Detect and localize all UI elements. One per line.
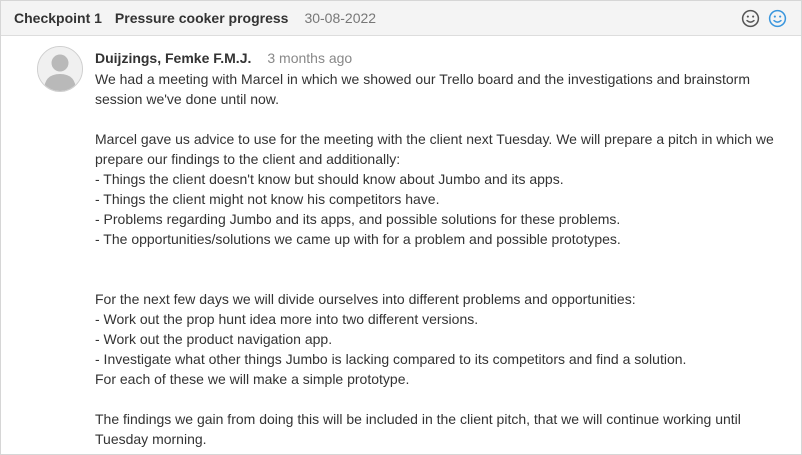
list-item: - Work out the prop hunt idea more into … xyxy=(95,311,479,327)
list-item: - Investigate what other things Jumbo is… xyxy=(95,351,687,367)
paragraph: For the next few days we will divide our… xyxy=(95,291,636,307)
comment-meta: Duijzings, Femke F.M.J. 3 months ago xyxy=(95,50,352,68)
author-name: Duijzings, Femke F.M.J. xyxy=(95,50,252,66)
list-item: - Things the client doesn't know but sho… xyxy=(95,171,564,187)
user-silhouette-icon xyxy=(38,47,82,91)
list-item: - The opportunities/solutions we came up… xyxy=(95,231,621,247)
reaction-icons xyxy=(741,9,787,28)
avatar xyxy=(37,46,83,92)
checkpoint-header: Checkpoint 1 Pressure cooker progress 30… xyxy=(1,1,801,36)
paragraph: The findings we gain from doing this wil… xyxy=(95,411,741,447)
paragraph: For each of these we will make a simple … xyxy=(95,371,410,387)
neutral-face-icon[interactable] xyxy=(741,9,760,28)
checkpoint-title: Pressure cooker progress xyxy=(114,10,289,26)
paragraph: Marcel gave us advice to use for the mee… xyxy=(95,131,774,167)
checkpoint-date: 30-08-2022 xyxy=(304,10,377,26)
smiley-face-icon[interactable] xyxy=(768,9,787,28)
list-item: - Work out the product navigation app. xyxy=(95,331,333,347)
checkpoint-number: Checkpoint 1 xyxy=(14,10,102,26)
checkpoint-card: Checkpoint 1 Pressure cooker progress 30… xyxy=(0,0,802,455)
comment-body: We had a meeting with Marcel in which we… xyxy=(95,69,785,449)
list-item: - Problems regarding Jumbo and its apps,… xyxy=(95,211,621,227)
paragraph: We had a meeting with Marcel in which we… xyxy=(95,71,750,107)
comment-time: 3 months ago xyxy=(267,50,353,66)
list-item: - Things the client might not know his c… xyxy=(95,191,440,207)
